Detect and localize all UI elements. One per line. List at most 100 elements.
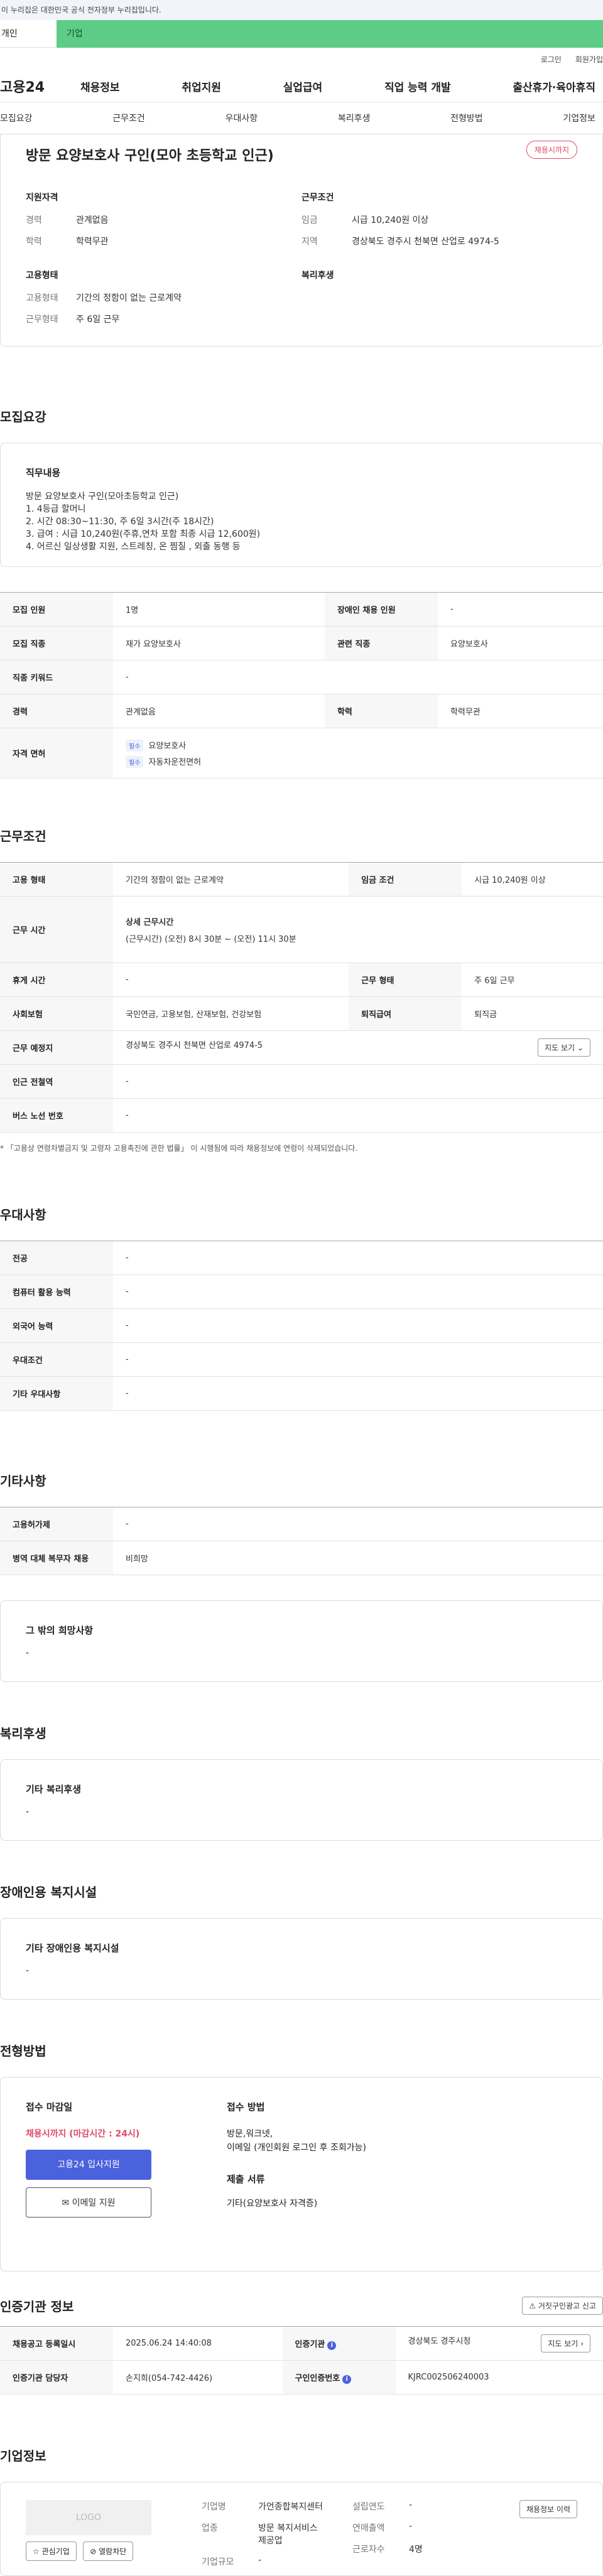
alert-icon: ⚠ <box>529 2302 536 2310</box>
agency-section: 인증기관 정보 ⚠ 거짓구인광고 신고 채용공고 등록일시 2025.06.24… <box>0 2297 603 2395</box>
qual-value: 학력무관 <box>76 235 109 247</box>
block-icon: ⊘ <box>90 2547 96 2556</box>
work-title: 근무조건 <box>0 826 603 844</box>
map-view-button[interactable]: 지도 보기 ⌄ <box>538 1038 590 1057</box>
cell-value: - <box>113 1343 603 1377</box>
company-info-column: 기업명가언종합복지센터 업종방문 복지서비스제공업 기업규모- <box>202 2500 352 2558</box>
cell-value: 기간의 정함이 없는 근로계약 <box>113 863 349 897</box>
cell-label: 전공 <box>0 1241 113 1275</box>
cell-label: 경력 <box>0 694 113 728</box>
table-row: 휴게 시간 - 근무 형태 주 6일 근무 <box>0 963 603 997</box>
place-cell: 경상북도 경주시 천북면 산업로 4974-5 지도 보기 ⌄ <box>113 1031 603 1065</box>
prefer-title: 우대사항 <box>0 1205 603 1223</box>
signup-link[interactable]: 회원가입 <box>575 54 603 65</box>
cell-value: 퇴직금 <box>462 997 603 1031</box>
cell-label: 고용 형태 <box>0 863 113 897</box>
summary-grid: 지원자격 경력관계없음 학력학력무관 고용형태 고용형태기간의 정함이 없는 근… <box>26 191 577 334</box>
etc-heading: 그 밖의 희망사항 <box>26 1624 577 1637</box>
subnav-company[interactable]: 기업정보 <box>563 112 595 124</box>
info-label: 설립연도 <box>352 2500 409 2513</box>
agency-title: 인증기관 정보 <box>0 2297 73 2315</box>
cell-label: 사회보험 <box>0 997 113 1031</box>
subnav-prefer[interactable]: 우대사항 <box>225 112 258 124</box>
agency-header: 인증기관 정보 ⚠ 거짓구인광고 신고 <box>0 2297 603 2315</box>
table-row: 인증기관 담당자 손지희(054-742-4426) 구인인증번호i KJRC0… <box>0 2361 603 2395</box>
company-stats-column: 설립연도- 연매출액- 근로자수4명 <box>352 2500 519 2558</box>
etc-card: 그 밖의 희망사항 - <box>0 1600 603 1682</box>
work-table: 고용 형태 기간의 정함이 없는 근로계약 임금 조건 시급 10,240원 이… <box>0 862 603 1133</box>
map-view-label: 지도 보기 <box>545 1043 575 1052</box>
apply-button[interactable]: 고용24 입사지원 <box>26 2150 151 2180</box>
cert-number-label: 구인인증번호 <box>295 2374 340 2383</box>
email-apply-button[interactable]: ✉ 이메일 지원 <box>26 2187 151 2218</box>
subnav-process[interactable]: 전형방법 <box>450 112 483 124</box>
tab-individual[interactable]: 개인 <box>0 20 57 48</box>
disabled-card-value: - <box>26 1966 577 1976</box>
cell-label: 병역 대체 복무자 채용 <box>0 1541 113 1575</box>
report-fake-ad-button[interactable]: ⚠ 거짓구인광고 신고 <box>522 2297 603 2315</box>
cell-label: 퇴직급여 <box>349 997 462 1031</box>
prefer-section: 우대사항 전공- 컴퓨터 활용 능력- 외국어 능력- 우대조건- 기타 우대사… <box>0 1205 603 1411</box>
tab-company[interactable]: 기업 <box>57 20 603 48</box>
info-icon[interactable]: i <box>342 2375 351 2384</box>
method-value: 방문,워크넷, <box>227 2127 577 2141</box>
duty-line: 2. 시간 08:30~11:30, 주 6일 3시간(주 18시간) <box>26 515 577 528</box>
job-history-button[interactable]: 채용정보 이력 <box>519 2500 577 2518</box>
menu-parental-leave[interactable]: 출산휴가·육아휴직 <box>513 78 595 94</box>
info-icon[interactable]: i <box>327 2341 336 2350</box>
table-row: 사회보험 국민연금, 고용보험, 산재보험, 건강보험 퇴직급여 퇴직금 <box>0 997 603 1031</box>
deadline-badge: 채용시까지 <box>526 141 577 159</box>
mail-icon: ✉ <box>62 2198 69 2208</box>
duty-line: 4. 어르신 일상생활 지원, 스트레칭, 온 찜질 , 외출 동행 등 <box>26 541 577 553</box>
cell-label: 채용공고 등록일시 <box>0 2327 113 2361</box>
process-card: 접수 마감일 채용시까지 (마감시간 : 24시) 고용24 입사지원 ✉ 이메… <box>0 2077 603 2272</box>
duty-line: 3. 급여 : 시급 10,240원(주휴,연차 포함 최종 시급 12,600… <box>26 528 577 541</box>
emp-label: 고용형태 <box>26 291 76 304</box>
company-logo: LOGO <box>26 2500 151 2535</box>
star-icon: ☆ <box>33 2547 40 2556</box>
cell-value: 2025.06.24 14:40:08 <box>113 2327 283 2361</box>
subnav-recruit[interactable]: 모집요강 <box>0 112 33 124</box>
disabled-card: 기타 장애인용 복지시설 - <box>0 1918 603 2000</box>
table-row: 병역 대체 복무자 채용비희망 <box>0 1541 603 1575</box>
work-heading: 근무조건 <box>302 191 577 203</box>
emp-value: 기간의 정함이 없는 근로계약 <box>76 291 182 304</box>
cell-label: 버스 노선 번호 <box>0 1099 113 1133</box>
agency-label: 인증기관 <box>295 2340 325 2349</box>
cell-value: - <box>113 1099 603 1133</box>
table-row: 인근 전철역 - <box>0 1065 603 1099</box>
agency-map-button[interactable]: 지도 보기 › <box>541 2334 590 2352</box>
summary-qualification: 지원자격 경력관계없음 학력학력무관 고용형태 고용형태기간의 정함이 없는 근… <box>26 191 302 334</box>
license-item: 요양보호사 <box>148 741 186 751</box>
login-link[interactable]: 로그인 <box>541 54 562 65</box>
subnav-welfare[interactable]: 복리후생 <box>338 112 371 124</box>
cell-label: 구인인증번호i <box>283 2361 396 2395</box>
cell-label: 직종 키워드 <box>0 660 113 694</box>
process-section: 전형방법 접수 마감일 채용시까지 (마감시간 : 24시) 고용24 입사지원… <box>0 2041 603 2272</box>
block-view-button[interactable]: ⊘ 열람차단 <box>83 2541 133 2561</box>
menu-jobs[interactable]: 채용정보 <box>80 78 120 94</box>
emp-label: 근무형태 <box>26 313 76 325</box>
favorite-company-button[interactable]: ☆ 관심기업 <box>26 2541 77 2561</box>
site-logo[interactable]: 고용24 <box>0 76 80 96</box>
table-row: 직종 키워드 - <box>0 660 603 694</box>
subnav-work[interactable]: 근무조건 <box>112 112 145 124</box>
cell-value: 학력무관 <box>438 694 603 728</box>
cell-value: 비희망 <box>113 1541 603 1575</box>
cell-label: 고용허가제 <box>0 1507 113 1541</box>
agency-value: 경상북도 경주시청 <box>408 2337 471 2346</box>
menu-skill-development[interactable]: 직업 능력 개발 <box>384 78 451 94</box>
cell-value: 재가 요양보호사 <box>113 627 325 660</box>
welfare-card-value: - <box>26 1807 577 1817</box>
menu-employment-support[interactable]: 취업지원 <box>182 78 221 94</box>
info-value: 가언종합복지센터 <box>258 2500 323 2513</box>
block-label: 열람차단 <box>99 2547 126 2556</box>
table-row: 경력 관계없음 학력 학력무관 <box>0 694 603 728</box>
map-view-label: 지도 보기 <box>548 2339 578 2348</box>
cell-label: 근무 형태 <box>349 963 462 997</box>
employment-heading: 고용형태 <box>26 269 302 281</box>
menu-unemployment-benefit[interactable]: 실업급여 <box>283 78 323 94</box>
cell-label: 외국어 능력 <box>0 1309 113 1343</box>
info-value: 4명 <box>409 2543 423 2555</box>
duty-card: 직무내용 방문 요양보호사 구인(모아초등학교 인근) 1. 4등급 할머니 2… <box>0 443 603 567</box>
